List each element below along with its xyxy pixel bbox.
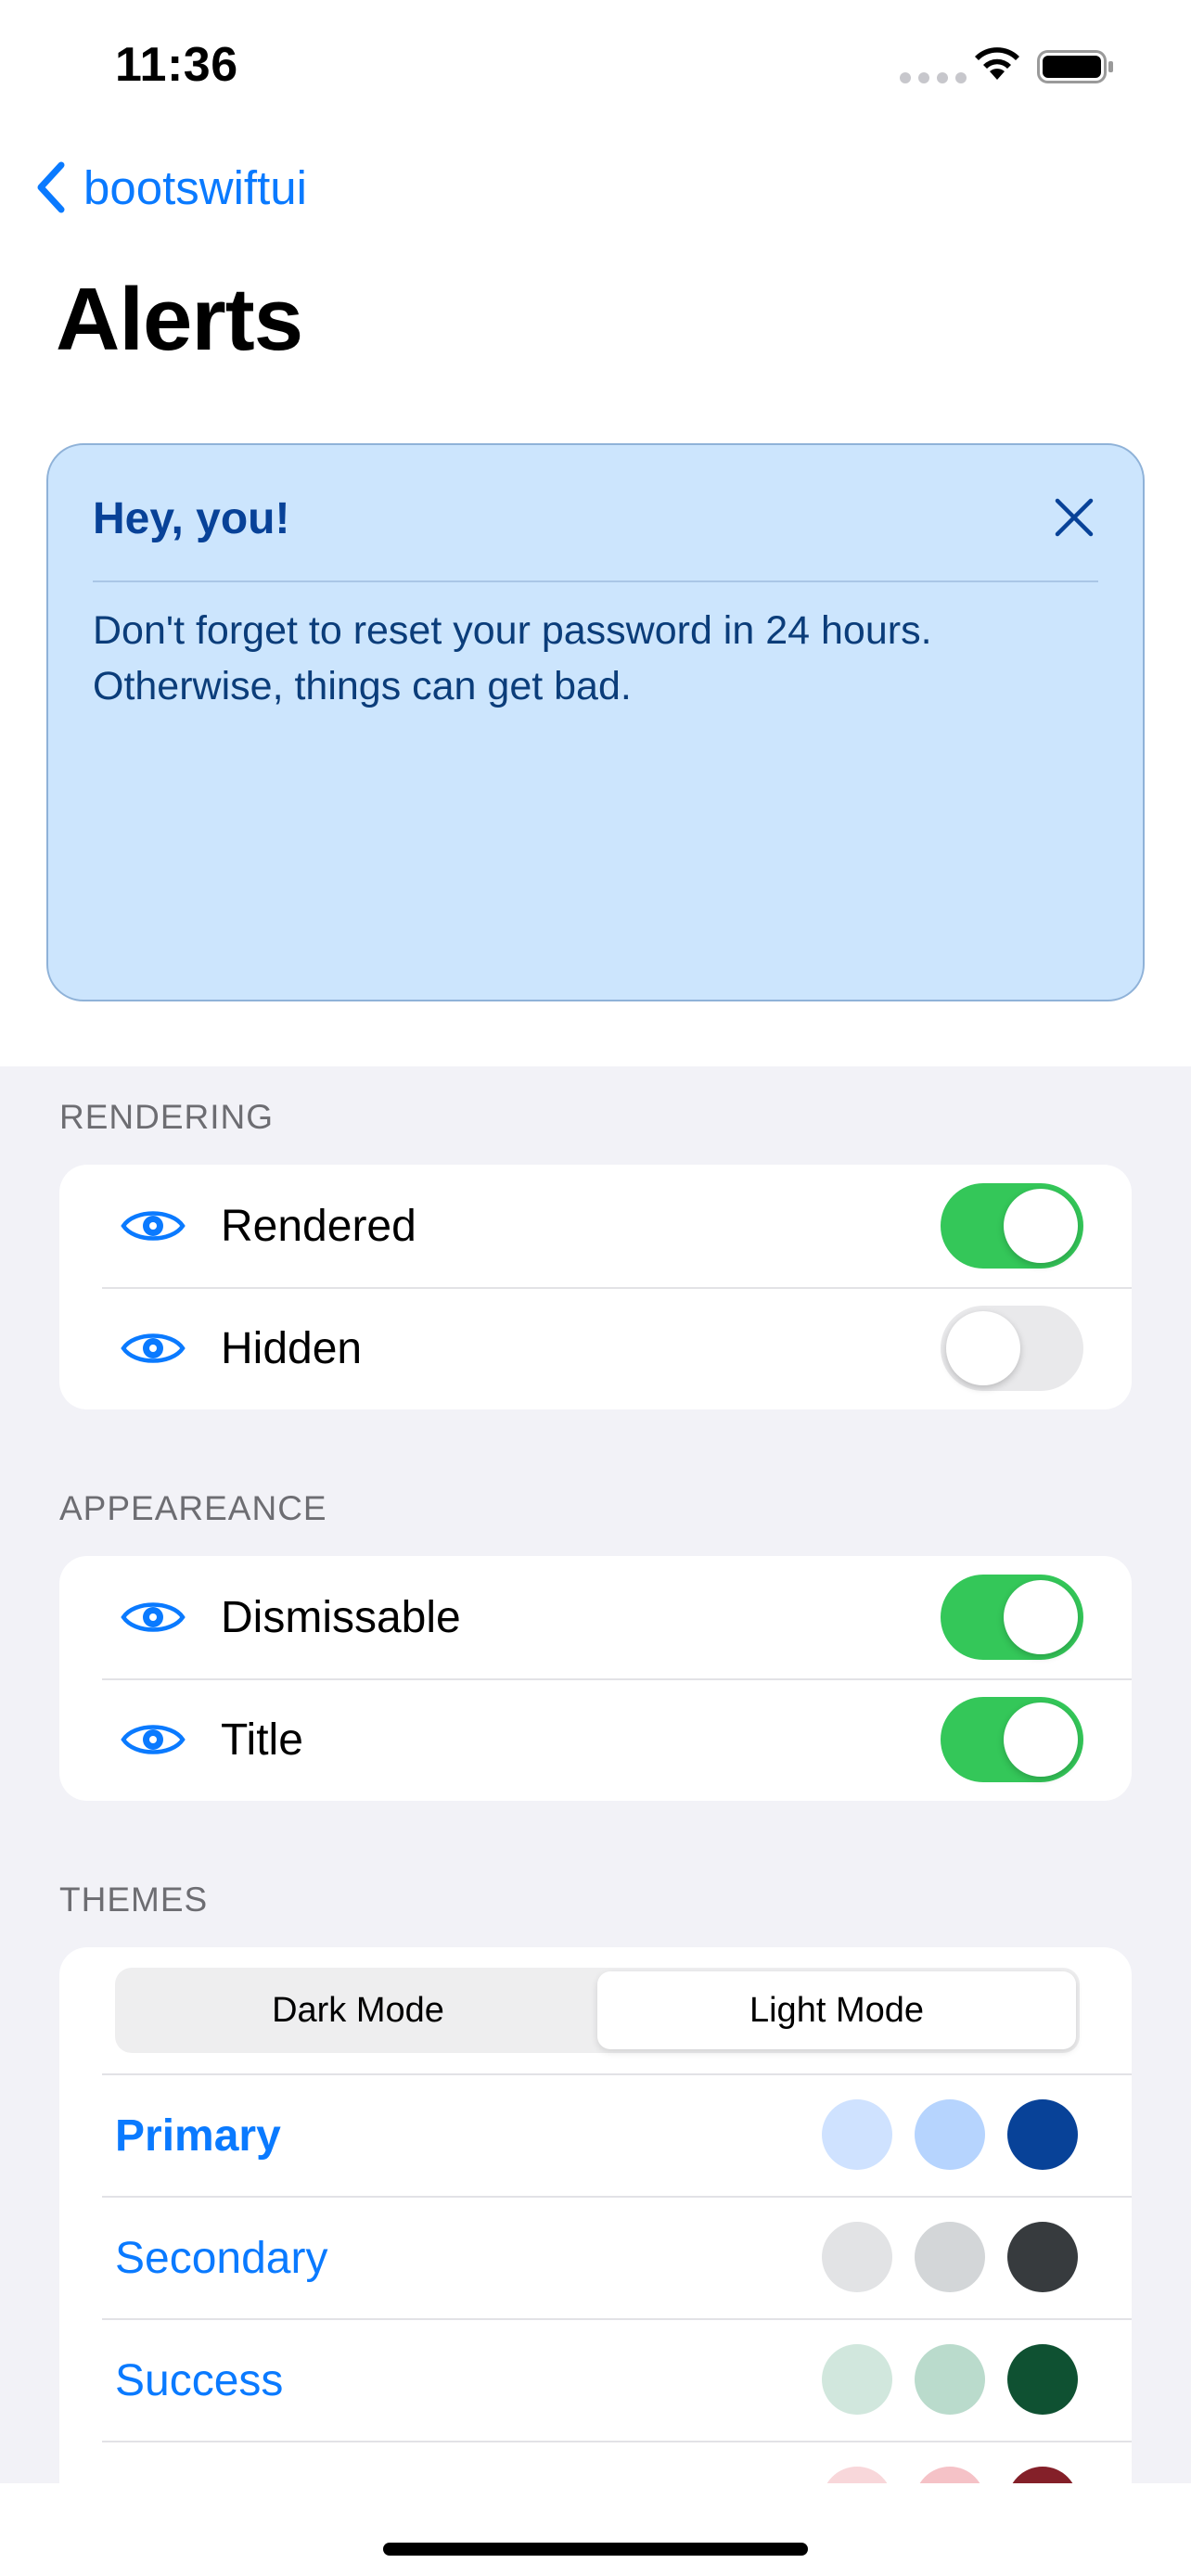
color-swatch	[1007, 2099, 1078, 2170]
home-bar	[0, 2483, 1191, 2576]
rendering-card: Rendered Hidden	[59, 1165, 1132, 1409]
cellular-signal-icon	[900, 72, 967, 83]
list-item-title: Title	[59, 1678, 1132, 1801]
section-header-rendering: RENDERING	[59, 1098, 275, 1136]
hidden-toggle[interactable]	[941, 1306, 1083, 1391]
eye-icon	[121, 1333, 186, 1363]
alert-divider	[93, 580, 1098, 582]
title-toggle[interactable]	[941, 1697, 1083, 1782]
chevron-left-icon	[37, 161, 65, 213]
color-swatch	[915, 2222, 985, 2292]
wifi-icon	[975, 47, 1019, 80]
row-label: Title	[221, 1715, 303, 1765]
color-swatch	[915, 2099, 985, 2170]
list-item-rendered: Rendered	[59, 1165, 1132, 1287]
color-swatch	[1007, 2344, 1078, 2415]
color-swatch	[915, 2344, 985, 2415]
eye-icon	[121, 1602, 186, 1632]
theme-label[interactable]: Success	[115, 2355, 283, 2406]
theme-label[interactable]: Secondary	[115, 2233, 327, 2284]
battery-icon	[1037, 50, 1113, 83]
settings-list: RENDERING Rendered Hidden APPEAREANCE Di…	[0, 1066, 1191, 2483]
color-swatch	[915, 2467, 985, 2483]
color-swatch	[822, 2344, 892, 2415]
home-indicator[interactable]	[383, 2543, 808, 2556]
color-swatch	[1007, 2467, 1078, 2483]
color-swatch	[1007, 2222, 1078, 2292]
themes-card: Dark Mode Light Mode Primary Secondary S…	[59, 1947, 1132, 2483]
color-swatches	[822, 2099, 1078, 2170]
back-button-label: bootswiftui	[83, 160, 307, 214]
theme-label[interactable]: Primary	[115, 2111, 281, 2162]
section-header-appearance: APPEAREANCE	[59, 1489, 327, 1527]
close-icon[interactable]	[1050, 493, 1098, 542]
color-swatches	[822, 2467, 1078, 2483]
segment-row: Dark Mode Light Mode	[59, 1947, 1132, 2073]
theme-row-secondary[interactable]: Secondary	[59, 2196, 1132, 2318]
alert-box: Hey, you! Don't forget to reset your pas…	[46, 443, 1145, 1001]
back-button[interactable]: bootswiftui	[33, 159, 307, 215]
status-time: 11:36	[115, 38, 238, 92]
row-label: Rendered	[221, 1201, 416, 1251]
color-swatch	[822, 2467, 892, 2483]
segment-dark-mode[interactable]: Dark Mode	[119, 1971, 597, 2049]
page-title: Alerts	[56, 270, 303, 369]
list-item-hidden: Hidden	[59, 1287, 1132, 1409]
status-bar: 11:36	[0, 0, 1191, 130]
row-label: Dismissable	[221, 1592, 461, 1642]
row-label: Hidden	[221, 1323, 363, 1373]
appearance-card: Dismissable Title	[59, 1556, 1132, 1801]
list-item-dismissable: Dismissable	[59, 1556, 1132, 1678]
color-swatches	[822, 2344, 1078, 2415]
color-swatch	[822, 2099, 892, 2170]
rendered-toggle[interactable]	[941, 1183, 1083, 1269]
color-swatch	[822, 2222, 892, 2292]
alert-title: Hey, you!	[93, 494, 290, 543]
alert-body: Don't forget to reset your password in 2…	[93, 608, 932, 708]
segment-light-mode[interactable]: Light Mode	[597, 1971, 1076, 2049]
mode-segmented-control: Dark Mode Light Mode	[115, 1968, 1080, 2053]
theme-row-primary[interactable]: Primary	[59, 2073, 1132, 2196]
color-swatches	[822, 2222, 1078, 2292]
eye-icon	[121, 1211, 186, 1241]
dismissable-toggle[interactable]	[941, 1575, 1083, 1660]
theme-row-success[interactable]: Success	[59, 2318, 1132, 2441]
section-header-themes: THEMES	[59, 1881, 209, 1919]
eye-icon	[121, 1725, 186, 1754]
theme-row-danger[interactable]	[59, 2441, 1132, 2483]
